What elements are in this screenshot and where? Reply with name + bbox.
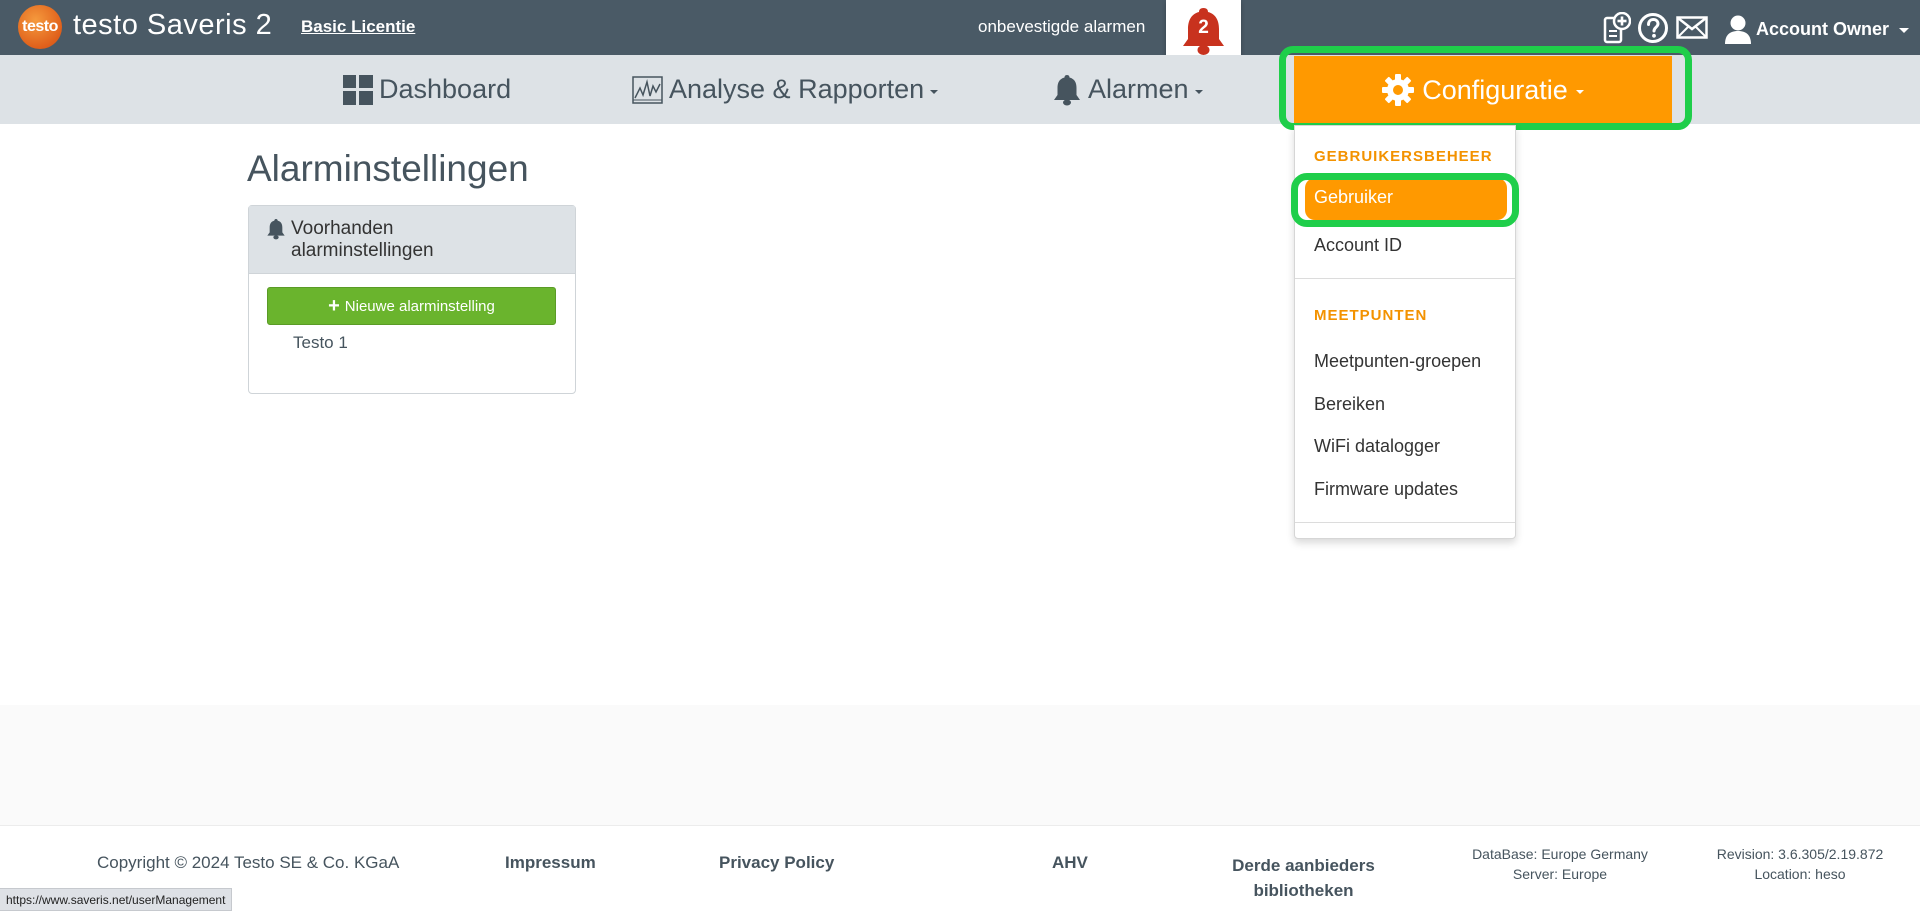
- chevron-down-icon: [1899, 27, 1910, 33]
- copyright-text: Copyright © 2024 Testo SE & Co. KGaA: [97, 853, 400, 872]
- panel-title: Voorhanden alarminstellingen: [291, 218, 434, 261]
- dropdown-header-measuring-points: MEETPUNTEN: [1314, 307, 1428, 324]
- alarm-bell-button[interactable]: 2: [1166, 0, 1241, 62]
- mail-icon[interactable]: [1676, 16, 1708, 39]
- menu-item-ranges[interactable]: Bereiken: [1314, 394, 1385, 415]
- server-location: Server: Europe: [1512, 866, 1608, 882]
- revision-text: Revision: 3.6.305/2.19.872: [1716, 846, 1884, 862]
- account-name: Account Owner: [1756, 18, 1890, 39]
- chevron-down-icon: [930, 89, 939, 94]
- add-device-icon[interactable]: [1603, 12, 1631, 44]
- page-title: Alarminstellingen: [247, 148, 529, 189]
- footer-band: [0, 705, 1920, 825]
- menu-item-wifi-datalogger[interactable]: WiFi datalogger: [1314, 436, 1440, 457]
- unacknowledged-alarms-label[interactable]: onbevestigde alarmen: [978, 17, 1145, 37]
- nav-analysis-label: Analyse & Rapporten: [669, 74, 925, 104]
- menu-item-firmware-updates[interactable]: Firmware updates: [1314, 479, 1458, 500]
- new-alarm-setting-label: Nieuwe alarminstelling: [344, 297, 495, 315]
- help-icon[interactable]: [1637, 12, 1669, 44]
- dropdown-divider: [1295, 522, 1515, 523]
- ahv-link[interactable]: AHV: [1052, 853, 1088, 873]
- database-info: DataBase: Europe Germany: [1472, 846, 1648, 862]
- nav-dashboard-label: Dashboard: [379, 74, 512, 104]
- app-title: testo Saveris 2: [73, 9, 273, 41]
- footer: Copyright © 2024 Testo SE & Co. KGaA Imp…: [0, 825, 1920, 911]
- user-icon: [1725, 15, 1751, 44]
- alarm-setting-item[interactable]: Testo 1: [293, 333, 348, 353]
- nav-dashboard[interactable]: Dashboard: [343, 55, 511, 124]
- testo-logo[interactable]: testo: [18, 5, 62, 49]
- third-party-line-1: Derde aanbieders: [1232, 856, 1375, 875]
- menu-item-account-id[interactable]: Account ID: [1314, 235, 1402, 256]
- location-text: Location: heso: [1754, 866, 1846, 882]
- panel-header: Voorhanden alarminstellingen: [249, 206, 575, 274]
- highlight-frame-user: [1291, 173, 1519, 227]
- new-alarm-setting-button[interactable]: + Nieuwe alarminstelling: [267, 287, 556, 325]
- chart-icon: [632, 75, 663, 104]
- dropdown-header-user-management: GEBRUIKERSBEHEER: [1314, 148, 1493, 165]
- impressum-link[interactable]: Impressum: [505, 853, 596, 873]
- license-link[interactable]: Basic Licentie: [301, 17, 415, 37]
- highlight-frame-configuration: [1279, 46, 1692, 130]
- alarm-settings-panel: Voorhanden alarminstellingen + Nieuwe al…: [248, 205, 576, 394]
- plus-icon: +: [328, 294, 340, 317]
- server-info: DataBase: Europe Germany Server: Europe: [1460, 844, 1660, 884]
- privacy-policy-link[interactable]: Privacy Policy: [719, 853, 834, 873]
- dashboard-icon: [343, 74, 373, 105]
- dropdown-divider: [1295, 278, 1515, 279]
- bell-icon: [1054, 74, 1080, 105]
- nav-analysis[interactable]: Analyse & Rapporten: [632, 55, 939, 124]
- status-bar-url: https://www.saveris.net/userManagement: [0, 888, 233, 911]
- menu-item-measuring-point-groups[interactable]: Meetpunten-groepen: [1314, 351, 1481, 372]
- nav-alarms[interactable]: Alarmen: [1052, 55, 1203, 124]
- third-party-line-2: bibliotheken: [1253, 881, 1354, 900]
- logo-text: testo: [22, 18, 58, 35]
- third-party-libraries-link[interactable]: Derde aanbieders bibliotheken: [1231, 853, 1376, 903]
- chevron-down-icon: [1194, 89, 1203, 94]
- account-menu[interactable]: Account Owner: [1724, 14, 1910, 44]
- nav-alarms-label: Alarmen: [1088, 74, 1189, 104]
- bell-icon: [267, 219, 285, 240]
- revision-info: Revision: 3.6.305/2.19.872 Location: hes…: [1700, 844, 1900, 884]
- alarm-count-badge: 2: [1198, 17, 1209, 38]
